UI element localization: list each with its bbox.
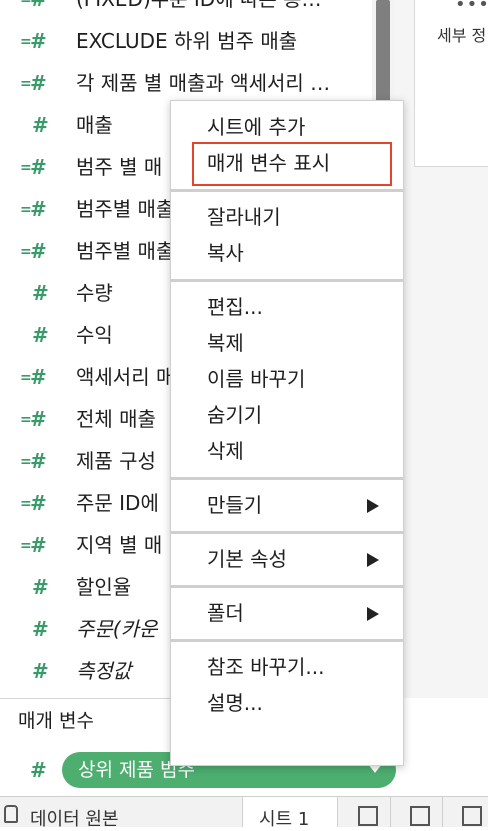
menu-item-label: 복사 bbox=[207, 241, 244, 265]
measure-field-row[interactable]: = # EXCLUDE 하위 범주 매출 bbox=[0, 23, 372, 59]
menu-item[interactable]: 잘라내기 bbox=[171, 199, 403, 235]
menu-separator bbox=[171, 477, 403, 480]
menu-item-label: 설명... bbox=[207, 691, 263, 715]
menu-item[interactable]: 폴더 bbox=[171, 595, 403, 631]
new-dashboard-icon bbox=[410, 806, 430, 826]
measure-field-row[interactable]: =# (FIXED)주문 ID에 따른 총… bbox=[0, 0, 372, 17]
measure-field-label: 각 제품 별 매출과 액세서리 … bbox=[76, 71, 331, 95]
menu-item[interactable]: 복사 bbox=[171, 235, 403, 271]
number-param-icon: # bbox=[30, 758, 47, 782]
tab-sheet-1[interactable]: 시트 1 bbox=[242, 797, 338, 830]
calculated-measure-icon: =# bbox=[20, 239, 47, 263]
calculated-measure-icon: =# bbox=[20, 449, 47, 473]
database-icon bbox=[4, 805, 18, 823]
menu-separator bbox=[171, 279, 403, 282]
menu-item-label: 만들기 bbox=[207, 493, 263, 517]
menu-item-label: 복제 bbox=[207, 331, 244, 355]
menu-item-label: 폴더 bbox=[207, 601, 244, 625]
menu-item-label: 기본 속성 bbox=[207, 547, 287, 571]
menu-item-label: 숨기기 bbox=[207, 403, 263, 427]
parameters-header: 매개 변수 bbox=[18, 710, 94, 732]
measure-icon: # bbox=[32, 323, 49, 347]
measure-icon: # bbox=[32, 113, 49, 137]
calculated-measure-icon: =# bbox=[20, 365, 47, 389]
context-menu: 시트에 추가 매개 변수 표시 잘라내기 복사 편집... 복제 이름 바꾸기 숨기기 삭제 만들… bbox=[170, 100, 404, 766]
measure-icon: # bbox=[32, 617, 49, 641]
submenu-arrow-icon bbox=[367, 499, 379, 513]
menu-separator bbox=[171, 189, 403, 192]
measure-icon: # bbox=[32, 575, 49, 599]
calculated-measure-icon: =# bbox=[20, 155, 47, 179]
calculated-measure-icon: =# bbox=[20, 197, 47, 221]
menu-item[interactable]: 만들기 bbox=[171, 487, 403, 523]
new-dashboard-button[interactable] bbox=[398, 797, 443, 827]
menu-item[interactable]: 참조 바꾸기... bbox=[171, 649, 403, 685]
menu-item[interactable]: 설명... bbox=[171, 685, 403, 721]
submenu-arrow-icon bbox=[367, 553, 379, 567]
menu-item[interactable]: 복제 bbox=[171, 325, 403, 361]
annotation-highlight-box bbox=[192, 142, 392, 186]
detail-label: 세부 정… bbox=[437, 26, 488, 45]
calculated-measure-icon: =# bbox=[20, 533, 47, 557]
calculated-measure-icon: =# bbox=[20, 29, 47, 53]
menu-item[interactable]: 기본 속성 bbox=[171, 541, 403, 577]
measure-field-row[interactable]: = # 각 제품 별 매출과 액세서리 … bbox=[0, 65, 372, 101]
calculated-measure-icon: =# bbox=[20, 0, 47, 11]
measure-icon: # bbox=[32, 659, 49, 683]
sheet-tab-bar: 데이터 원본 시트 1 bbox=[0, 796, 488, 830]
menu-separator bbox=[171, 639, 403, 642]
menu-item-label: 시트에 추가 bbox=[207, 115, 306, 139]
menu-item-label: 편집... bbox=[207, 295, 263, 319]
menu-item-label: 이름 바꾸기 bbox=[207, 367, 306, 391]
tab-data-source[interactable]: 데이터 원본 bbox=[0, 797, 242, 830]
measure-field-label: (FIXED)주문 ID에 따른 총… bbox=[76, 0, 356, 17]
new-sheet-button[interactable] bbox=[346, 797, 391, 827]
calculated-measure-icon: =# bbox=[20, 491, 47, 515]
measure-icon: # bbox=[32, 281, 49, 305]
new-sheet-icon bbox=[358, 806, 378, 826]
menu-item[interactable]: 시트에 추가 bbox=[171, 109, 403, 145]
tab-data-source-label: 데이터 원본 bbox=[30, 809, 119, 830]
new-story-icon bbox=[462, 806, 482, 826]
menu-item-label: 잘라내기 bbox=[207, 205, 281, 229]
menu-item[interactable]: 숨기기 bbox=[171, 397, 403, 433]
submenu-arrow-icon bbox=[367, 607, 379, 621]
calculated-measure-icon: =# bbox=[20, 407, 47, 431]
marks-detail-card[interactable]: ••• 세부 정… bbox=[414, 0, 488, 167]
new-story-button[interactable] bbox=[450, 797, 488, 827]
menu-item-label: 삭제 bbox=[207, 439, 244, 463]
menu-separator bbox=[171, 585, 403, 588]
detail-dots-icon: ••• bbox=[455, 0, 488, 15]
menu-item[interactable]: 삭제 bbox=[171, 433, 403, 469]
measure-field-label: EXCLUDE 하위 범주 매출 bbox=[76, 29, 298, 53]
calculated-measure-icon: =# bbox=[20, 71, 47, 95]
menu-item[interactable]: 편집... bbox=[171, 289, 403, 325]
tab-sheet-label: 시트 1 bbox=[259, 809, 310, 830]
menu-separator bbox=[171, 531, 403, 534]
menu-item[interactable]: 이름 바꾸기 bbox=[171, 361, 403, 397]
menu-item-label: 참조 바꾸기... bbox=[207, 655, 325, 679]
